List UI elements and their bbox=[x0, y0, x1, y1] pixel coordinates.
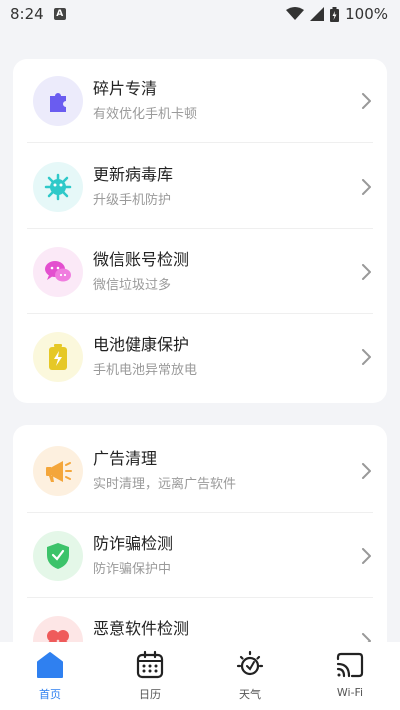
nav-calendar[interactable]: 日历 bbox=[100, 642, 200, 710]
item-title: 恶意软件检测 bbox=[93, 619, 190, 638]
cell-signal-icon bbox=[310, 7, 325, 21]
wechat-icon bbox=[33, 247, 83, 297]
nav-label: 日历 bbox=[139, 688, 161, 701]
item-subtitle: 防诈骗保护中 bbox=[93, 562, 172, 577]
item-subtitle: 微信垃圾过多 bbox=[93, 278, 172, 293]
item-title: 防诈骗检测 bbox=[93, 534, 174, 553]
cast-icon bbox=[336, 652, 364, 678]
item-title: 微信账号检测 bbox=[93, 250, 190, 269]
wifi-signal-icon bbox=[286, 7, 305, 20]
chevron-right-icon bbox=[362, 264, 371, 280]
battery-icon bbox=[330, 6, 340, 22]
home-icon bbox=[37, 652, 63, 678]
item-title: 广告清理 bbox=[93, 449, 158, 468]
item-subtitle: 升级手机防护 bbox=[93, 193, 172, 208]
list-item-virus-db[interactable]: 更新病毒库 升级手机防护 bbox=[13, 145, 387, 229]
shield-icon bbox=[33, 531, 83, 581]
bottom-nav: 首页 日历 天气 Wi-Fi bbox=[0, 642, 400, 710]
item-subtitle: 有效优化手机卡顿 bbox=[93, 107, 198, 122]
nav-label: Wi-Fi bbox=[336, 686, 364, 699]
status-bar: 8:24 A 100% bbox=[0, 0, 400, 28]
nav-home[interactable]: 首页 bbox=[0, 642, 100, 710]
item-subtitle: 手机电池异常放电 bbox=[93, 363, 198, 378]
chevron-right-icon bbox=[362, 93, 371, 109]
item-title: 碎片专清 bbox=[93, 79, 158, 98]
battery-health-icon bbox=[33, 332, 83, 382]
list-item-ad-clean[interactable]: 广告清理 实时清理，远离广告软件 bbox=[13, 429, 387, 513]
item-subtitle: 实时清理，远离广告软件 bbox=[93, 477, 237, 492]
list-item-fragment-clean[interactable]: 碎片专清 有效优化手机卡顿 bbox=[13, 59, 387, 143]
puzzle-icon bbox=[33, 76, 83, 126]
list-item-battery-health[interactable]: 电池健康保护 手机电池异常放电 bbox=[13, 315, 387, 399]
calendar-icon bbox=[136, 650, 164, 679]
notification-a-icon: A bbox=[53, 8, 66, 20]
nav-weather[interactable]: 天气 bbox=[200, 642, 300, 710]
item-title: 更新病毒库 bbox=[93, 165, 174, 184]
chevron-right-icon bbox=[362, 349, 371, 365]
weather-icon bbox=[236, 650, 264, 676]
chevron-right-icon bbox=[362, 548, 371, 564]
battery-percent: 100% bbox=[345, 5, 388, 23]
virus-icon bbox=[33, 162, 83, 212]
item-title: 电池健康保护 bbox=[93, 335, 190, 354]
megaphone-icon bbox=[33, 446, 83, 496]
nav-wifi[interactable]: Wi-Fi bbox=[300, 642, 400, 710]
list-item-wechat-check[interactable]: 微信账号检测 微信垃圾过多 bbox=[13, 230, 387, 314]
status-time: 8:24 bbox=[10, 5, 44, 23]
chevron-right-icon bbox=[362, 179, 371, 195]
chevron-right-icon bbox=[362, 463, 371, 479]
feature-card-1: 碎片专清 有效优化手机卡顿 更新病毒库 升级手机防护 微信账号检测 微信垃圾过多… bbox=[13, 59, 387, 403]
nav-label: 天气 bbox=[239, 688, 261, 701]
list-item-anti-fraud[interactable]: 防诈骗检测 防诈骗保护中 bbox=[13, 514, 387, 598]
nav-label: 首页 bbox=[39, 688, 61, 701]
